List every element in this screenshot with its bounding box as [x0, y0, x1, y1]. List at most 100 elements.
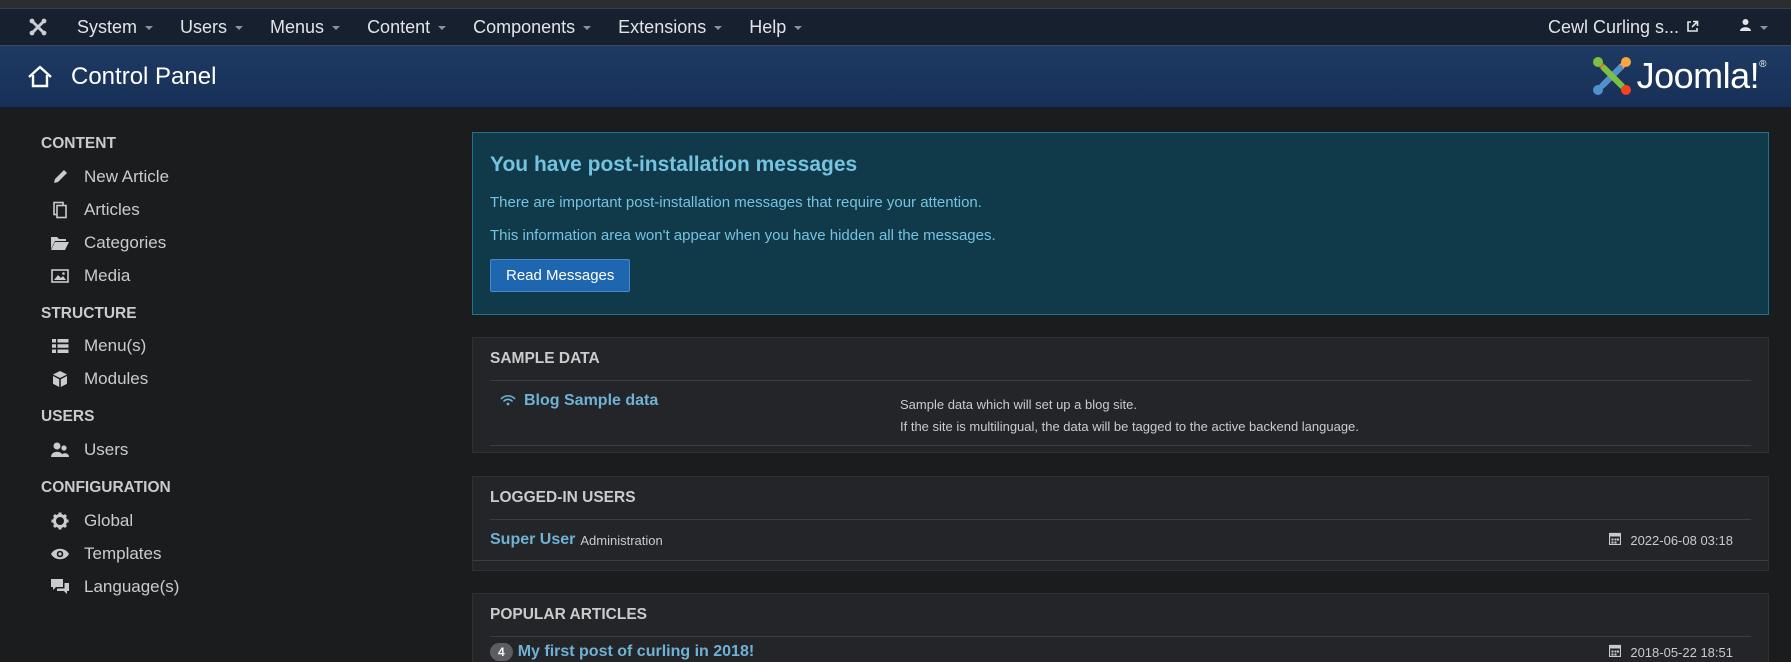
cube-icon	[50, 369, 70, 389]
caret-down-icon	[438, 26, 447, 30]
wifi-icon	[500, 393, 516, 411]
sample-data-desc-line-1: Sample data which will set up a blog sit…	[900, 397, 1138, 412]
user-icon	[1739, 18, 1752, 36]
menu-components-label: Components	[473, 16, 576, 37]
list-item: Blog Sample data Sample data which will …	[490, 381, 1751, 446]
sidebar-item-global[interactable]: Global	[50, 504, 421, 537]
page-title: Control Panel	[71, 62, 217, 90]
table-row: Super User Administration 2022-06-08 03:…	[473, 520, 1768, 561]
sidebar-item-categories[interactable]: Categories	[50, 226, 421, 259]
user-name-link[interactable]: Super User	[490, 531, 575, 549]
menu-system-label: System	[77, 16, 138, 37]
article-date: 2018-05-22 18:51	[1609, 644, 1733, 660]
home-icon	[27, 65, 53, 89]
calendar-icon	[1609, 644, 1622, 660]
page-header: Control Panel Joomla!®	[0, 46, 1791, 108]
sidebar-section-users: USERS Users	[41, 408, 421, 466]
menu-users[interactable]: Users	[180, 16, 244, 38]
comments-icon	[50, 577, 70, 597]
list-icon	[50, 336, 70, 356]
site-name: Cewl Curling s...	[1547, 16, 1679, 37]
sidebar-item-new-article[interactable]: New Article	[50, 160, 421, 193]
sidebar-item-menus[interactable]: Menu(s)	[50, 329, 421, 362]
module-title: SAMPLE DATA	[490, 350, 600, 367]
caret-down-icon	[145, 26, 154, 30]
sidebar-item-label: Menu(s)	[84, 335, 147, 355]
sidebar-item-label: Media	[84, 265, 131, 285]
module-title: POPULAR ARTICLES	[490, 606, 648, 623]
sidebar-item-label: New Article	[84, 166, 170, 186]
popular-articles-module: POPULAR ARTICLES 4 My first post of curl…	[472, 593, 1769, 662]
joomla-logo-icon	[1592, 57, 1631, 95]
article-title-link[interactable]: My first post of curling in 2018!	[518, 643, 754, 661]
menu-menus[interactable]: Menus	[270, 17, 341, 38]
calendar-icon	[1609, 532, 1622, 548]
sidebar-item-languages[interactable]: Language(s)	[50, 570, 421, 603]
user-role: Administration	[580, 532, 663, 548]
sidebar-section-structure: STRUCTURE Menu(s) Modules	[41, 305, 421, 395]
sidebar-item-media[interactable]: Media	[50, 259, 421, 292]
eye-icon	[50, 544, 70, 564]
sidebar-item-articles[interactable]: Articles	[50, 193, 421, 226]
sidebar-item-label: Articles	[84, 199, 140, 219]
sample-data-description: Sample data which will set up a blog sit…	[900, 381, 1359, 445]
sidebar-item-label: Templates	[84, 543, 162, 563]
top-navbar: System Users Menus Content Components Ex…	[0, 9, 1791, 46]
main-content: You have post-installation messages Ther…	[472, 132, 1769, 662]
read-messages-button[interactable]: Read Messages	[490, 259, 631, 292]
site-link[interactable]: Cewl Curling s...	[1548, 17, 1699, 38]
menu-help[interactable]: Help	[749, 16, 803, 38]
alert-title: You have post-installation messages	[490, 153, 858, 176]
menu-components[interactable]: Components	[473, 16, 592, 38]
sidebar-item-templates[interactable]: Templates	[50, 537, 421, 570]
sample-data-module: SAMPLE DATA Blog Sample data Sample data…	[472, 337, 1769, 453]
caret-down-icon	[332, 26, 341, 30]
sidebar-section-title: STRUCTURE	[41, 305, 137, 322]
sidebar-item-label: Global	[84, 510, 134, 530]
login-date-text: 2022-06-08 03:18	[1630, 532, 1733, 548]
caret-down-icon	[714, 26, 723, 30]
menu-content[interactable]: Content	[367, 16, 447, 38]
caret-down-icon	[1760, 26, 1768, 30]
copy-icon	[50, 200, 70, 220]
alert-line-2: This information area won't appear when …	[490, 227, 996, 244]
sidebar-item-modules[interactable]: Modules	[50, 362, 421, 395]
menu-users-label: Users	[180, 16, 228, 37]
sidebar: CONTENT New Article Articles Categories …	[41, 108, 421, 603]
sidebar-item-label: Users	[84, 439, 129, 459]
article-date-text: 2018-05-22 18:51	[1630, 644, 1733, 660]
logged-in-users-module: LOGGED-IN USERS Super User Administratio…	[472, 476, 1769, 571]
table-row: 4 My first post of curling in 2018! 2018…	[473, 637, 1768, 662]
menu-content-label: Content	[367, 16, 431, 37]
sidebar-item-label: Modules	[84, 368, 149, 388]
caret-down-icon	[235, 26, 244, 30]
caret-down-icon	[794, 26, 803, 30]
sidebar-section-configuration: CONFIGURATION Global Templates Language(…	[41, 479, 421, 603]
sidebar-section-title: CONFIGURATION	[41, 479, 171, 496]
menu-system[interactable]: System	[77, 16, 154, 38]
sample-data-desc-line-2: If the site is multilingual, the data wi…	[900, 419, 1359, 434]
menu-help-label: Help	[749, 16, 787, 37]
pencil-icon	[50, 167, 70, 187]
sidebar-section-title: USERS	[41, 408, 95, 425]
menu-extensions-label: Extensions	[618, 16, 707, 37]
sidebar-section-title: CONTENT	[41, 135, 116, 152]
users-icon	[50, 440, 70, 460]
blog-sample-data-link[interactable]: Blog Sample data	[524, 392, 658, 410]
main-menu: System Users Menus Content Components Ex…	[77, 17, 829, 38]
folder-open-icon	[50, 233, 70, 253]
joomla-menu-icon[interactable]	[18, 9, 58, 46]
sidebar-section-content: CONTENT New Article Articles Categories …	[41, 135, 421, 292]
gear-icon	[50, 511, 70, 531]
registered-mark: ®	[1759, 59, 1766, 70]
alert-line-1: There are important post-installation me…	[490, 194, 982, 211]
sidebar-item-label: Categories	[84, 232, 167, 252]
joomla-wordmark: Joomla!®	[1636, 55, 1767, 96]
menu-extensions[interactable]: Extensions	[618, 16, 723, 38]
login-date: 2022-06-08 03:18	[1609, 532, 1733, 548]
joomla-logo: Joomla!®	[1590, 54, 1766, 98]
sidebar-item-users[interactable]: Users	[50, 433, 421, 466]
user-menu[interactable]	[1739, 18, 1768, 36]
external-link-icon	[1686, 17, 1699, 38]
sidebar-item-label: Language(s)	[84, 576, 180, 596]
